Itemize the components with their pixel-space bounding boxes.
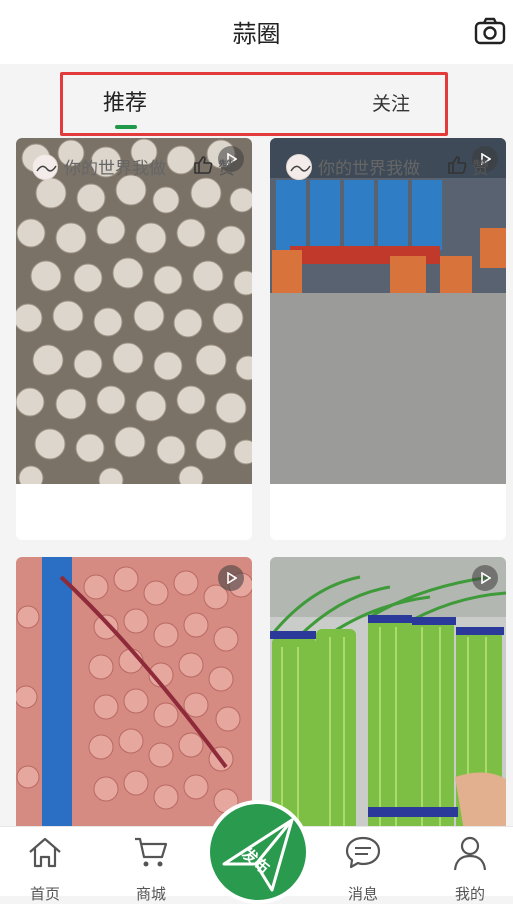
tab-messages[interactable]: 消息 [333, 835, 393, 903]
user-icon [453, 836, 487, 871]
post-image [270, 557, 506, 837]
like-label[interactable]: 赞 [218, 154, 235, 179]
tab-mall[interactable]: 商城 [121, 835, 181, 903]
tab-home[interactable]: 首页 [15, 835, 75, 903]
page-title: 蒜圈 [232, 20, 281, 48]
tab-bar: 推荐 关注 [60, 72, 448, 136]
cart-icon [135, 837, 168, 867]
thumbs-up-icon[interactable] [192, 154, 214, 176]
post-card[interactable] [16, 557, 252, 837]
play-icon[interactable] [218, 565, 244, 591]
play-icon[interactable] [472, 565, 498, 591]
top-bar: 蒜圈 [0, 0, 513, 64]
post-image [16, 557, 252, 837]
camera-icon[interactable] [473, 14, 507, 48]
like-label[interactable]: 赞 [472, 154, 489, 179]
tab-mall-label: 商城 [135, 885, 166, 903]
publish-button[interactable]: 发布 [206, 800, 310, 904]
tab-home-label: 首页 [29, 885, 60, 903]
active-tab-indicator [115, 125, 137, 129]
tab-mine-label: 我的 [454, 885, 485, 903]
post-image [270, 138, 506, 484]
tab-recommend[interactable]: 推荐 [103, 85, 147, 117]
home-icon [29, 837, 61, 868]
post-card[interactable] [270, 557, 506, 837]
post-card[interactable]: 你的世界我做 赞 [16, 138, 252, 540]
post-image [16, 138, 252, 484]
username[interactable]: 你的世界我做 [64, 154, 166, 179]
tab-follow[interactable]: 关注 [372, 89, 410, 116]
thumbs-up-icon[interactable] [446, 154, 468, 176]
tab-messages-label: 消息 [347, 885, 378, 903]
message-icon [345, 836, 381, 869]
tab-mine[interactable]: 我的 [440, 835, 500, 903]
avatar[interactable] [286, 154, 312, 180]
paper-plane-icon: 发布 [222, 818, 294, 892]
post-card[interactable]: 你的世界我做 赞 [270, 138, 506, 540]
username[interactable]: 你的世界我做 [318, 154, 420, 179]
avatar[interactable] [32, 154, 58, 180]
